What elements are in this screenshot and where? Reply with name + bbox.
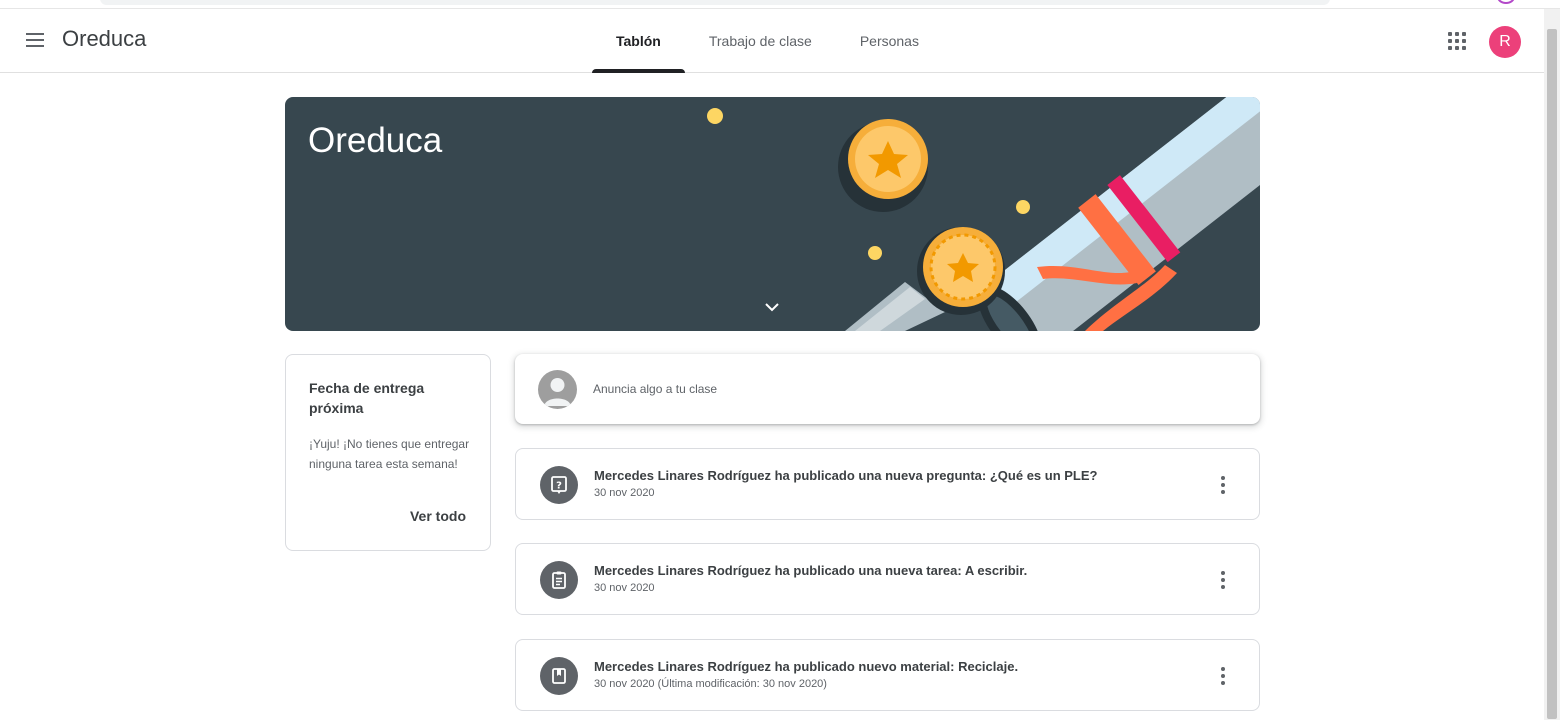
upcoming-card: Fecha de entrega próxima ¡Yuju! ¡No tien… (285, 354, 491, 551)
tab-stream[interactable]: Tablón (592, 9, 685, 73)
stream-item[interactable]: Mercedes Linares Rodríguez ha publicado … (515, 543, 1260, 615)
stream-item[interactable]: Mercedes Linares Rodríguez ha publicado … (515, 639, 1260, 711)
app-title[interactable]: Oreduca (62, 26, 146, 52)
stream-item-title[interactable]: Mercedes Linares Rodríguez ha publicado … (594, 468, 1097, 483)
banner-class-name[interactable]: Oreduca (308, 121, 442, 161)
material-icon (540, 657, 578, 695)
address-bar[interactable] (100, 0, 1330, 5)
google-apps-icon[interactable] (1448, 32, 1466, 50)
tab-people[interactable]: Personas (836, 9, 943, 73)
app-bar: Oreduca Tablón Trabajo de clase Personas… (0, 9, 1544, 73)
user-avatar-icon (538, 370, 577, 409)
question-icon: ? (540, 466, 578, 504)
stream-item-date: 30 nov 2020 (594, 487, 655, 499)
stream-item-title[interactable]: Mercedes Linares Rodríguez ha publicado … (594, 563, 1027, 578)
account-avatar[interactable]: R (1489, 26, 1521, 58)
upcoming-message: ¡Yuju! ¡No tienes que entregar ninguna t… (309, 437, 470, 471)
upcoming-title: Fecha de entrega próxima (309, 380, 425, 416)
page-scrollbar[interactable] (1544, 9, 1560, 720)
chevron-down-icon[interactable] (762, 297, 782, 317)
stream-item-date: 30 nov 2020 (594, 582, 655, 594)
announce-placeholder[interactable]: Anuncia algo a tu clase (593, 382, 717, 396)
hamburger-menu-icon[interactable] (24, 29, 46, 51)
assignment-icon (540, 561, 578, 599)
more-vert-icon[interactable] (1213, 473, 1233, 497)
more-vert-icon[interactable] (1213, 568, 1233, 592)
svg-text:?: ? (556, 481, 562, 492)
class-banner: Oreduca (285, 97, 1260, 331)
stream-item-title[interactable]: Mercedes Linares Rodríguez ha publicado … (594, 659, 1018, 674)
more-vert-icon[interactable] (1213, 664, 1233, 688)
view-all-link[interactable]: Ver todo (410, 508, 466, 524)
browser-chrome-strip (0, 0, 1560, 9)
stream-item[interactable]: ? Mercedes Linares Rodríguez ha publicad… (515, 448, 1260, 520)
scrollbar-thumb[interactable] (1547, 29, 1557, 719)
class-tabs: Tablón Trabajo de clase Personas (592, 9, 943, 73)
stream-item-date: 30 nov 2020 (Última modificación: 30 nov… (594, 678, 827, 690)
extension-icon[interactable] (1497, 0, 1515, 4)
tab-classwork[interactable]: Trabajo de clase (685, 9, 836, 73)
announce-box[interactable]: Anuncia algo a tu clase (515, 354, 1260, 424)
